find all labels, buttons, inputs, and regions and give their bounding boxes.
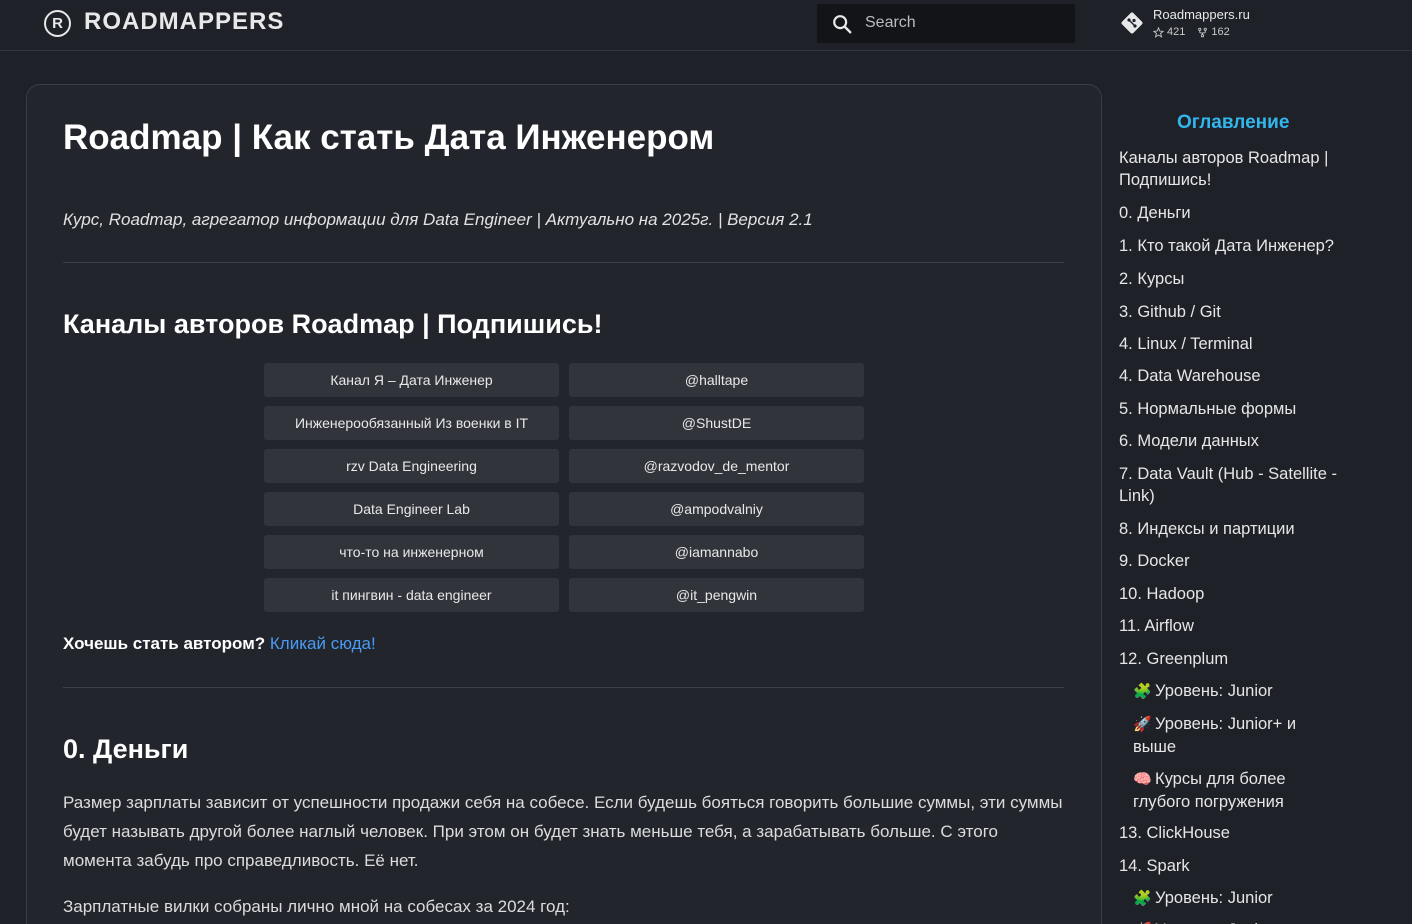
toc-item[interactable]: 8. Индексы и партиции xyxy=(1119,518,1351,540)
toc-item-emoji-icon: 🚀 xyxy=(1133,920,1155,924)
toc-item[interactable]: 7. Data Vault (Hub - Satellite - Link) xyxy=(1119,463,1351,507)
toc-item-label: 7. Data Vault (Hub - Satellite - Link) xyxy=(1119,465,1337,505)
toc-item-label: 10. Hadoop xyxy=(1119,585,1205,603)
toc-item-label: Уровень: Junior+ и выше xyxy=(1133,715,1297,756)
toc-item[interactable]: 11. Airflow xyxy=(1119,615,1351,637)
toc-item[interactable]: 5. Нормальные формы xyxy=(1119,398,1351,420)
toc-item[interactable]: 🚀Уровень: Junior+ и выше xyxy=(1119,713,1319,758)
toc-item[interactable]: 12. Greenplum xyxy=(1119,648,1351,670)
toc-item[interactable]: 🧩 Уровень: Junior xyxy=(1119,680,1319,703)
channel-button[interactable]: что-то на инженерном xyxy=(264,535,559,569)
toc-item-label: 9. Docker xyxy=(1119,552,1190,570)
page-subtitle: Курс, Roadmap, агрегатор информации для … xyxy=(63,210,813,229)
toc-item-label: Уровень: Junior xyxy=(1155,682,1273,700)
toc-item-label: 0. Деньги xyxy=(1119,204,1191,222)
toc-item[interactable]: 2. Курсы xyxy=(1119,268,1351,290)
toc-title: Оглавление xyxy=(1177,112,1290,133)
forks-value: 162 xyxy=(1211,26,1230,38)
toc-item[interactable]: 10. Hadoop xyxy=(1119,583,1351,605)
become-author-link[interactable]: Кликай сюда! xyxy=(270,634,376,653)
channel-handle-button[interactable]: @ShustDE xyxy=(569,406,864,440)
toc-item-label: 8. Индексы и партиции xyxy=(1119,520,1295,538)
git-icon[interactable] xyxy=(1120,11,1144,35)
toc-item[interactable]: 1. Кто такой Дата Инженер? xyxy=(1119,235,1351,257)
search-input[interactable]: Search xyxy=(817,4,1075,43)
become-author-line: Хочешь стать автором? Кликай сюда! xyxy=(63,634,376,654)
toc-item-label: 2. Курсы xyxy=(1119,270,1185,288)
site-logo-text[interactable]: ROADMAPPERS xyxy=(84,8,284,36)
channel-button[interactable]: rzv Data Engineering xyxy=(264,449,559,483)
channel-handle-button[interactable]: @razvodov_de_mentor xyxy=(569,449,864,483)
money-paragraph: Размер зарплаты зависит от успешности пр… xyxy=(63,793,1063,870)
toc-item-label: 11. Airflow xyxy=(1119,617,1194,635)
toc-item[interactable]: 0. Деньги xyxy=(1119,202,1351,224)
toc-item-label: 14. Spark xyxy=(1119,857,1190,875)
stars-value: 421 xyxy=(1167,26,1186,38)
channel-button[interactable]: Инженерообязанный Из военки в IT xyxy=(264,406,559,440)
toc-item-label: 6. Модели данных xyxy=(1119,432,1259,450)
channel-button[interactable]: Канал Я – Дата Инженер xyxy=(264,363,559,397)
page-title: Roadmap | Как стать Дата Инженером xyxy=(63,118,715,157)
channel-button[interactable]: Data Engineer Lab xyxy=(264,492,559,526)
become-author-prompt: Хочешь стать автором? xyxy=(63,634,266,653)
channels-heading: Каналы авторов Roadmap | Подпишись! xyxy=(63,309,603,339)
toc-item-label: 4. Data Warehouse xyxy=(1119,367,1261,385)
top-bar: R ROADMAPPERS Search Roadmappers.ru 421 … xyxy=(0,0,1412,51)
toc-item[interactable]: 4. Linux / Terminal xyxy=(1119,333,1351,355)
divider xyxy=(63,687,1064,688)
toc-item-label: 13. ClickHouse xyxy=(1119,824,1230,842)
toc-item-label: 5. Нормальные формы xyxy=(1119,400,1297,418)
toc-item[interactable]: 🚀Уровень: Junior+ и выше xyxy=(1119,919,1319,924)
toc-item[interactable]: 🧠 Курсы для более глубого погружения xyxy=(1119,768,1319,813)
forks-count: 162 xyxy=(1197,26,1230,38)
channel-handle-button[interactable]: @halltape xyxy=(569,363,864,397)
toc-item-label: 1. Кто такой Дата Инженер? xyxy=(1119,237,1334,255)
stars-count: 421 xyxy=(1153,26,1185,38)
toc-item-label: 3. Github / Git xyxy=(1119,303,1221,321)
toc-item-label: Каналы авторов Roadmap | Подпишись! xyxy=(1119,149,1329,189)
toc-item[interactable]: Каналы авторов Roadmap | Подпишись! xyxy=(1119,147,1351,191)
toc-item-emoji-icon: 🧩 xyxy=(1133,683,1152,700)
channel-handle-button[interactable]: @iamannabo xyxy=(569,535,864,569)
toc-item-emoji-icon: 🧩 xyxy=(1133,890,1152,907)
channels-grid: Канал Я – Дата Инженер @halltape Инженероо… xyxy=(264,363,864,612)
toc-item-label: Уровень: Junior xyxy=(1155,889,1273,907)
toc-item[interactable]: 13. ClickHouse xyxy=(1119,822,1351,844)
toc-item[interactable]: 9. Docker xyxy=(1119,550,1351,572)
toc-item[interactable]: 14. Spark xyxy=(1119,855,1351,877)
toc-item-emoji-icon: 🧠 xyxy=(1133,771,1152,788)
toc-item-emoji-icon: 🚀 xyxy=(1133,716,1152,733)
fork-icon xyxy=(1198,27,1208,37)
search-placeholder: Search xyxy=(865,14,916,31)
repo-name-link[interactable]: Roadmappers.ru xyxy=(1153,7,1250,22)
divider xyxy=(63,262,1064,263)
registered-logo-icon[interactable]: R xyxy=(44,10,71,37)
channel-button[interactable]: it пингвин - data engineer xyxy=(264,578,559,612)
toc-item-label: 12. Greenplum xyxy=(1119,650,1229,668)
search-icon xyxy=(833,15,852,34)
toc-item[interactable]: 3. Github / Git xyxy=(1119,301,1351,323)
toc-item[interactable]: 🧩 Уровень: Junior xyxy=(1119,887,1319,910)
star-icon xyxy=(1153,26,1164,38)
repo-stats: 421 162 xyxy=(1153,26,1230,38)
toc-item[interactable]: 6. Модели данных xyxy=(1119,430,1351,452)
channel-handle-button[interactable]: @it_pengwin xyxy=(569,578,864,612)
salary-paragraph: Зарплатные вилки собраны лично мной на с… xyxy=(63,897,570,916)
toc-item-label: 4. Linux / Terminal xyxy=(1119,335,1253,353)
toc-item[interactable]: 4. Data Warehouse xyxy=(1119,365,1351,387)
toc-item-label: Курсы для более глубого погружения xyxy=(1133,770,1286,811)
channel-handle-button[interactable]: @ampodvalniy xyxy=(569,492,864,526)
section-heading-money: 0. Деньги xyxy=(63,734,189,764)
